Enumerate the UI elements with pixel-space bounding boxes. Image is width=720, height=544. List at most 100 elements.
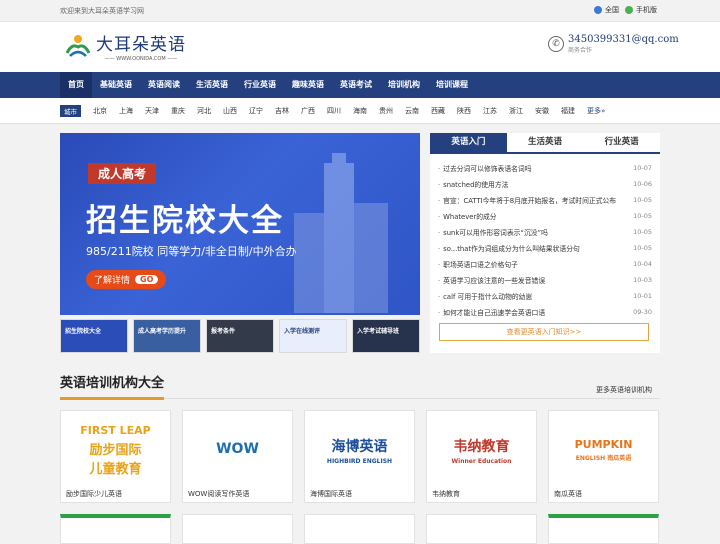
city-more-link[interactable]: 更多» xyxy=(581,106,611,116)
news-title[interactable]: 职场英语口语之价格句子 xyxy=(438,259,518,269)
news-title[interactable]: so...that作为词组成分为什么叫结果状语分句 xyxy=(438,243,580,253)
more-articles-button[interactable]: 查看更英语入门知识>> xyxy=(439,323,649,341)
city-link[interactable]: 四川 xyxy=(321,106,347,116)
city-link[interactable]: 广西 xyxy=(295,106,321,116)
banner-cta-button[interactable]: 了解详情 GO xyxy=(86,270,167,289)
logo-primary-text: WOW xyxy=(216,441,259,457)
banner-thumbnail[interactable]: 入学在线测评 xyxy=(279,319,347,353)
news-date: 10-05 xyxy=(633,212,652,220)
institution-logo: WOW xyxy=(183,411,292,489)
more-institutions-link[interactable]: 更多英语培训机构 xyxy=(596,385,652,395)
city-link[interactable]: 山西 xyxy=(217,106,243,116)
institution-name[interactable]: 南瓜英语 xyxy=(549,489,658,499)
institution-card[interactable]: PUMPKIN ENGLISH 南瓜英语 南瓜英语 xyxy=(548,410,659,503)
mobile-label: 手机版 xyxy=(636,6,657,14)
news-title[interactable]: 英语学习应该注意的一些发音错误 xyxy=(438,275,545,285)
news-title[interactable]: 过去分词可以修饰表语名词吗 xyxy=(438,163,531,173)
tab-english-basics[interactable]: 英语入门 xyxy=(430,133,507,152)
city-link[interactable]: 北京 xyxy=(87,106,113,116)
news-date: 10-05 xyxy=(633,228,652,236)
news-list: 过去分词可以修饰表语名词吗 10-07 snatched的使用方法 10-06 官宣：C… xyxy=(430,154,660,320)
logo-name: 大耳朵英语 xyxy=(96,35,186,55)
news-title[interactable]: 官宣：CATTI今年将于8月底开始报名，考试时间正式公布 xyxy=(438,195,616,205)
city-link[interactable]: 西藏 xyxy=(425,106,451,116)
region-switch[interactable]: 全国 xyxy=(594,5,619,15)
nav-item-life-english[interactable]: 生活英语 xyxy=(188,72,236,98)
logo-primary-text: FIRST LEAP xyxy=(80,423,151,437)
banner-thumbnail[interactable]: 报考条件 xyxy=(206,319,274,353)
institution-card[interactable]: FIRST LEAP 励步国际 儿童教育 励步国际少儿英语 xyxy=(60,410,171,503)
city-link[interactable]: 安徽 xyxy=(529,106,555,116)
news-title[interactable]: calf 可用于指什么动物的幼崽 xyxy=(438,291,532,301)
banner-thumbnail[interactable]: 入学考试辅导班 xyxy=(352,319,420,353)
city-bar: 城市 北京 上海 天津 重庆 河北 山西 辽宁 吉林 广西 四川 海南 贵州 云南 西藏 陕西 江苏 浙江 安徽福… xyxy=(0,98,720,124)
institution-name[interactable]: 韦纳教育 xyxy=(427,489,536,499)
city-link[interactable]: 海南 xyxy=(347,106,373,116)
hero-banner[interactable]: 成人高考 招生院校大全 985/211院校 同等学力/非全日制/中外合办 了解详… xyxy=(60,133,420,315)
city-link[interactable]: 天津 xyxy=(139,106,165,116)
city-link[interactable]: 浙江 xyxy=(503,106,529,116)
mobile-link[interactable]: 手机版 xyxy=(625,5,657,15)
institution-card[interactable]: WOW WOW阅读写作英语 xyxy=(182,410,293,503)
news-item[interactable]: sunk可以用作形容词表示“沉没”吗 10-05 xyxy=(438,224,652,240)
welcome-text: 欢迎来到大耳朵英语学习网 xyxy=(60,7,144,15)
institution-name[interactable]: 励步国际少儿英语 xyxy=(61,489,170,499)
news-date: 10-04 xyxy=(633,260,652,268)
banner-subtitle: 985/211院校 同等学力/非全日制/中外合办 xyxy=(86,245,297,258)
city-link[interactable]: 福建 xyxy=(555,106,581,116)
news-item[interactable]: 官宣：CATTI今年将于8月底开始报名，考试时间正式公布 10-05 xyxy=(438,192,652,208)
city-link[interactable]: 辽宁 xyxy=(243,106,269,116)
city-link[interactable]: 吉林 xyxy=(269,106,295,116)
mobile-icon xyxy=(625,6,633,14)
logo-secondary-text: ENGLISH 南瓜英语 xyxy=(575,455,632,462)
news-item[interactable]: snatched的使用方法 10-06 xyxy=(438,176,652,192)
city-link[interactable]: 陕西 xyxy=(451,106,477,116)
institution-logo: FIRST LEAP 励步国际 儿童教育 xyxy=(61,411,170,489)
city-link[interactable]: 重庆 xyxy=(165,106,191,116)
nav-item-fun-english[interactable]: 趣味英语 xyxy=(284,72,332,98)
institution-name[interactable]: WOW阅读写作英语 xyxy=(183,489,292,499)
contact-box: ✆ 3450399331@qq.com 商务合作 xyxy=(548,34,679,54)
city-link[interactable]: 贵州 xyxy=(373,106,399,116)
banner-thumbnail[interactable]: 招生院校大全 xyxy=(60,319,128,353)
institution-card[interactable]: 海博英语 HIGHBIRD ENGLISH 海博国际英语 xyxy=(304,410,415,503)
city-link[interactable]: 上海 xyxy=(113,106,139,116)
city-link[interactable]: 云南 xyxy=(399,106,425,116)
news-item[interactable]: 职场英语口语之价格句子 10-04 xyxy=(438,256,652,272)
nav-item-basic-english[interactable]: 基础英语 xyxy=(92,72,140,98)
tab-industry-english[interactable]: 行业英语 xyxy=(583,133,661,152)
news-title[interactable]: 如何才能让自己迅速学会英语口语 xyxy=(438,307,545,317)
banner-tag: 成人高考 xyxy=(88,163,157,184)
contact-subtitle: 商务合作 xyxy=(568,47,593,54)
cta-label: 了解详情 xyxy=(94,276,131,286)
nav-item-courses[interactable]: 培训课程 xyxy=(428,72,476,98)
location-icon xyxy=(594,6,602,14)
site-logo[interactable]: 大耳朵英语 —— WWW.OONIDA.COM —— xyxy=(64,30,186,62)
news-title[interactable]: Whatever的成分 xyxy=(438,211,496,221)
institution-logo: PUMPKIN ENGLISH 南瓜英语 xyxy=(549,411,658,489)
news-panel: 英语入门 生活英语 行业英语 过去分词可以修饰表语名词吗 10-07 snatche… xyxy=(430,133,661,353)
news-item[interactable]: so...that作为词组成分为什么叫结果状语分句 10-05 xyxy=(438,240,652,256)
news-item[interactable]: calf 可用于指什么动物的幼崽 10-01 xyxy=(438,288,652,304)
tab-life-english[interactable]: 生活英语 xyxy=(506,133,584,152)
nav-item-home[interactable]: 首页 xyxy=(60,72,92,98)
city-link[interactable]: 河北 xyxy=(191,106,217,116)
banner-thumbnail[interactable]: 成人高考学历提升 xyxy=(133,319,201,353)
news-date: 09-30 xyxy=(633,308,652,316)
news-item[interactable]: 英语学习应该注意的一些发音错误 10-03 xyxy=(438,272,652,288)
nav-item-industry-english[interactable]: 行业英语 xyxy=(236,72,284,98)
news-item[interactable]: 如何才能让自己迅速学会英语口语 09-30 xyxy=(438,304,652,320)
nav-item-institutions[interactable]: 培训机构 xyxy=(380,72,428,98)
institution-card[interactable]: 韦纳教育 Winner Education 韦纳教育 xyxy=(426,410,537,503)
news-item[interactable]: 过去分词可以修饰表语名词吗 10-07 xyxy=(438,160,652,176)
nav-item-exams[interactable]: 英语考试 xyxy=(332,72,380,98)
logo-secondary-text: HIGHBIRD ENGLISH xyxy=(326,457,393,465)
news-date: 10-05 xyxy=(633,196,652,204)
city-link[interactable]: 江苏 xyxy=(477,106,503,116)
news-item[interactable]: Whatever的成分 10-05 xyxy=(438,208,652,224)
phone-icon: ✆ xyxy=(548,36,564,52)
nav-item-reading[interactable]: 英语阅读 xyxy=(140,72,188,98)
institution-name[interactable]: 海博国际英语 xyxy=(305,489,414,499)
news-title[interactable]: snatched的使用方法 xyxy=(438,179,508,189)
news-title[interactable]: sunk可以用作形容词表示“沉没”吗 xyxy=(438,227,548,237)
